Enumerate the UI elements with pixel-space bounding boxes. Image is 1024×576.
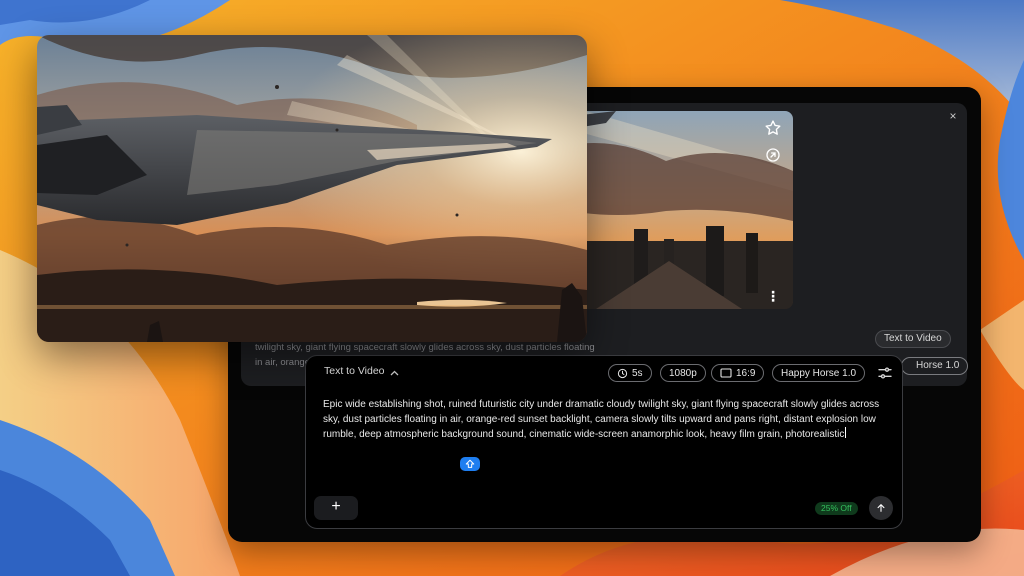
resolution-pill[interactable]: 1080p [660,364,706,382]
duration-pill[interactable]: 5s [608,364,652,382]
sliders-icon[interactable] [877,365,893,381]
video-preview-image [37,35,587,342]
arrow-up-icon [877,504,885,512]
mode-label: Text to Video [324,365,385,377]
prompt-composer: Text to Video 5s 1080p 16:9 Happy Horse … [305,355,903,529]
model-pill[interactable]: Happy Horse 1.0 [772,364,866,382]
aspect-ratio-pill[interactable]: 16:9 [711,364,765,382]
enhance-icon [465,459,475,468]
mode-selector[interactable]: Text to Video [324,365,399,377]
submit-button[interactable] [869,496,893,520]
prompt-textarea[interactable]: Epic wide establishing shot, ruined futu… [323,397,883,442]
chevron-up-icon [390,368,399,378]
add-button[interactable]: + [314,496,358,520]
video-preview-window[interactable] [37,35,587,342]
duration-value: 5s [632,367,643,379]
enhance-prompt-button[interactable] [460,457,480,471]
more-icon[interactable]: ⋮ [762,285,784,307]
discount-badge: 25% Off [815,502,858,515]
prompt-text: Epic wide establishing shot, ruined futu… [323,399,880,440]
resolution-value: 1080p [669,367,697,379]
share-icon[interactable] [762,144,784,166]
close-icon[interactable]: × [945,108,961,124]
aspect-ratio-value: 16:9 [736,367,756,379]
clock-icon [617,368,628,378]
text-cursor [845,427,847,438]
star-icon[interactable] [762,117,784,139]
model-value: Happy Horse 1.0 [781,367,857,379]
model-chip[interactable]: Horse 1.0 [901,357,969,375]
mode-chip[interactable]: Text to Video [875,330,951,348]
aspect-ratio-icon [720,368,732,378]
